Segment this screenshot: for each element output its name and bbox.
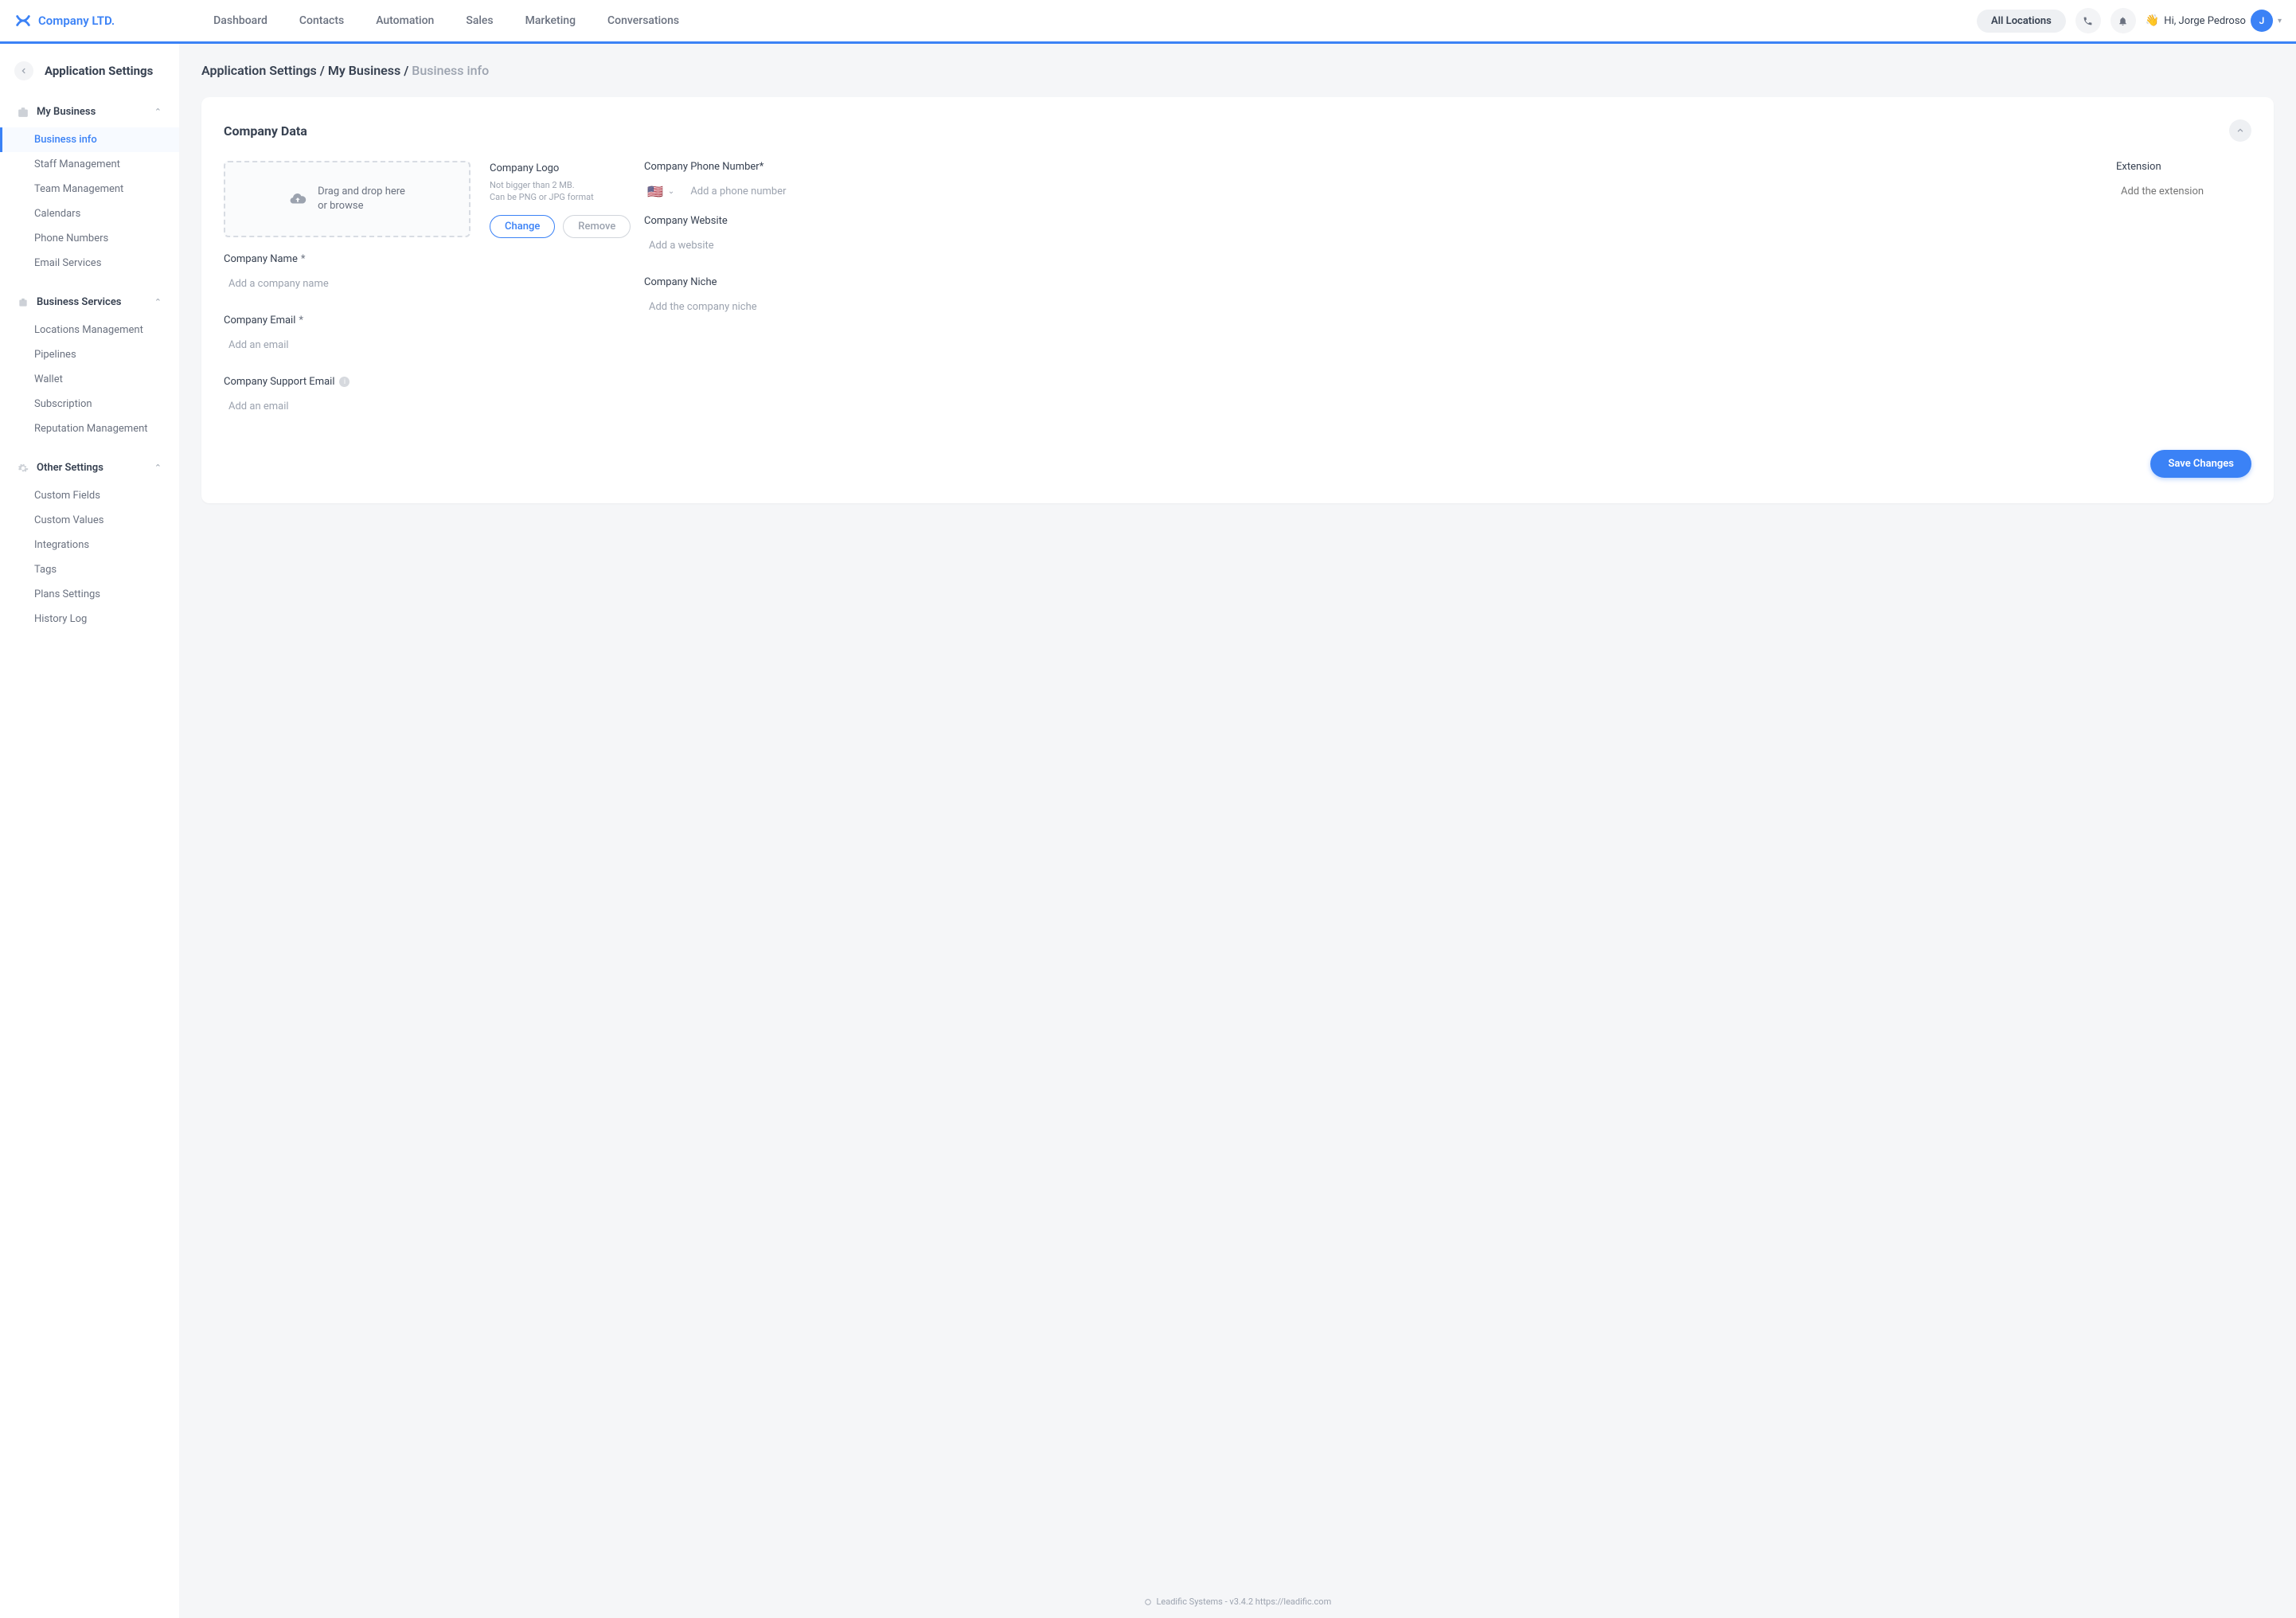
- sidebar-item-tags[interactable]: Tags: [0, 557, 179, 582]
- sidebar-section-my-business: My Business ⌃ Business info Staff Manage…: [0, 92, 179, 282]
- company-data-card: Company Data Drag and drop here or brows…: [201, 97, 2274, 503]
- top-nav-right: All Locations 👋 Hi, Jorge Pedroso J ▾: [1977, 8, 2282, 33]
- breadcrumb-my-business[interactable]: My Business: [328, 63, 400, 78]
- sidebar-item-phone-numbers[interactable]: Phone Numbers: [0, 226, 179, 251]
- extension-input[interactable]: [2116, 178, 2251, 205]
- sidebar-item-history-log[interactable]: History Log: [0, 607, 179, 631]
- sidebar-item-pipelines[interactable]: Pipelines: [0, 342, 179, 367]
- sidebar-item-reputation-management[interactable]: Reputation Management: [0, 416, 179, 441]
- chevron-up-icon: ⌃: [154, 297, 162, 307]
- sidebar-section-head-other-settings[interactable]: Other Settings ⌃: [0, 455, 179, 480]
- arrow-left-icon: [20, 67, 28, 75]
- card-title: Company Data: [224, 123, 307, 139]
- cloud-upload-icon: [289, 190, 307, 208]
- dropzone-text: Drag and drop here or browse: [318, 185, 405, 213]
- phone-field: Company Phone Number* 🇺🇸 ⌄: [644, 161, 2097, 205]
- services-icon: [18, 297, 29, 308]
- sidebar-item-staff-management[interactable]: Staff Management: [0, 152, 179, 177]
- chevron-up-icon: ⌃: [154, 107, 162, 117]
- sidebar-item-wallet[interactable]: Wallet: [0, 367, 179, 392]
- avatar: J: [2251, 10, 2273, 32]
- chevron-down-icon: ▾: [2278, 17, 2282, 25]
- sidebar-section-head-business-services[interactable]: Business Services ⌃: [0, 290, 179, 315]
- sidebar-title: Application Settings: [45, 64, 153, 78]
- section-label: Other Settings: [37, 462, 103, 474]
- country-code-select[interactable]: 🇺🇸 ⌄: [644, 179, 677, 204]
- nav-link-automation[interactable]: Automation: [376, 14, 434, 27]
- top-nav: Company LTD. Dashboard Contacts Automati…: [0, 0, 2296, 44]
- sidebar-header: Application Settings: [0, 44, 179, 92]
- niche-input[interactable]: [644, 293, 2251, 322]
- briefcase-icon: [18, 107, 29, 118]
- chevron-up-icon: [2236, 127, 2244, 135]
- section-label: Business Services: [37, 296, 122, 308]
- nav-link-marketing[interactable]: Marketing: [525, 14, 576, 27]
- phone-input[interactable]: [685, 178, 2097, 205]
- nav-link-contacts[interactable]: Contacts: [299, 14, 344, 27]
- user-greeting[interactable]: 👋 Hi, Jorge Pedroso J ▾: [2146, 10, 2282, 32]
- locations-pill[interactable]: All Locations: [1977, 10, 2066, 33]
- support-email-field: Company Support Emaili: [224, 376, 471, 421]
- sidebar-item-custom-values[interactable]: Custom Values: [0, 508, 179, 533]
- logo-hint-1: Not bigger than 2 MB.: [490, 179, 625, 191]
- company-name-field: Company Name*: [224, 253, 471, 299]
- sidebar-item-subscription[interactable]: Subscription: [0, 392, 179, 416]
- logo-hint-2: Can be PNG or JPG format: [490, 191, 625, 203]
- brand-icon: [14, 12, 32, 29]
- sidebar-item-integrations[interactable]: Integrations: [0, 533, 179, 557]
- sidebar-item-business-info[interactable]: Business info: [0, 127, 179, 152]
- breadcrumb-current: Business info: [412, 63, 489, 78]
- company-email-input[interactable]: [224, 331, 471, 360]
- info-icon[interactable]: i: [339, 377, 349, 387]
- footer-icon: [1144, 1598, 1152, 1606]
- sidebar: Application Settings My Business ⌃ Busin…: [0, 44, 179, 1618]
- section-label: My Business: [37, 106, 96, 118]
- nav-link-sales[interactable]: Sales: [466, 14, 493, 27]
- save-changes-button[interactable]: Save Changes: [2150, 450, 2251, 478]
- bell-icon[interactable]: [2111, 8, 2136, 33]
- footer-link[interactable]: https://leadific.com: [1255, 1597, 1331, 1607]
- remove-logo-button[interactable]: Remove: [563, 215, 631, 238]
- brand-text: Company LTD.: [38, 14, 115, 28]
- logo-dropzone[interactable]: Drag and drop here or browse: [224, 161, 471, 237]
- support-email-input[interactable]: [224, 393, 471, 421]
- flag-icon: 🇺🇸: [647, 184, 663, 199]
- greeting-text: Hi, Jorge Pedroso: [2164, 15, 2246, 27]
- sidebar-item-email-services[interactable]: Email Services: [0, 251, 179, 276]
- nav-link-conversations[interactable]: Conversations: [607, 14, 679, 27]
- extension-field: Extension: [2116, 161, 2251, 205]
- wave-icon: 👋: [2146, 14, 2159, 27]
- breadcrumb-app-settings[interactable]: Application Settings: [201, 63, 317, 78]
- website-field: Company Website: [644, 215, 2251, 260]
- chevron-down-icon: ⌄: [668, 187, 674, 196]
- chevron-up-icon: ⌃: [154, 463, 162, 473]
- sidebar-item-plans-settings[interactable]: Plans Settings: [0, 582, 179, 607]
- gear-icon: [18, 463, 29, 474]
- change-logo-button[interactable]: Change: [490, 215, 555, 238]
- sidebar-item-custom-fields[interactable]: Custom Fields: [0, 483, 179, 508]
- sidebar-section-other-settings: Other Settings ⌃ Custom Fields Custom Va…: [0, 447, 179, 638]
- main-nav-links: Dashboard Contacts Automation Sales Mark…: [213, 14, 679, 27]
- sidebar-item-calendars[interactable]: Calendars: [0, 201, 179, 226]
- breadcrumb: Application Settings / My Business / Bus…: [201, 63, 2274, 78]
- website-input[interactable]: [644, 232, 2251, 260]
- back-button[interactable]: [14, 61, 33, 80]
- company-email-field: Company Email*: [224, 315, 471, 360]
- company-logo-label: Company Logo: [490, 162, 625, 174]
- footer: Leadific Systems - v3.4.2 https://leadif…: [179, 1582, 2296, 1618]
- company-name-input[interactable]: [224, 270, 471, 299]
- sidebar-section-head-my-business[interactable]: My Business ⌃: [0, 100, 179, 124]
- collapse-button[interactable]: [2229, 119, 2251, 142]
- sidebar-section-business-services: Business Services ⌃ Locations Management…: [0, 282, 179, 447]
- sidebar-item-locations-management[interactable]: Locations Management: [0, 318, 179, 342]
- sidebar-item-team-management[interactable]: Team Management: [0, 177, 179, 201]
- brand-logo[interactable]: Company LTD.: [14, 12, 115, 29]
- main-content: Application Settings / My Business / Bus…: [179, 44, 2296, 1618]
- phone-icon[interactable]: [2075, 8, 2101, 33]
- nav-link-dashboard[interactable]: Dashboard: [213, 14, 267, 27]
- niche-field: Company Niche: [644, 276, 2251, 322]
